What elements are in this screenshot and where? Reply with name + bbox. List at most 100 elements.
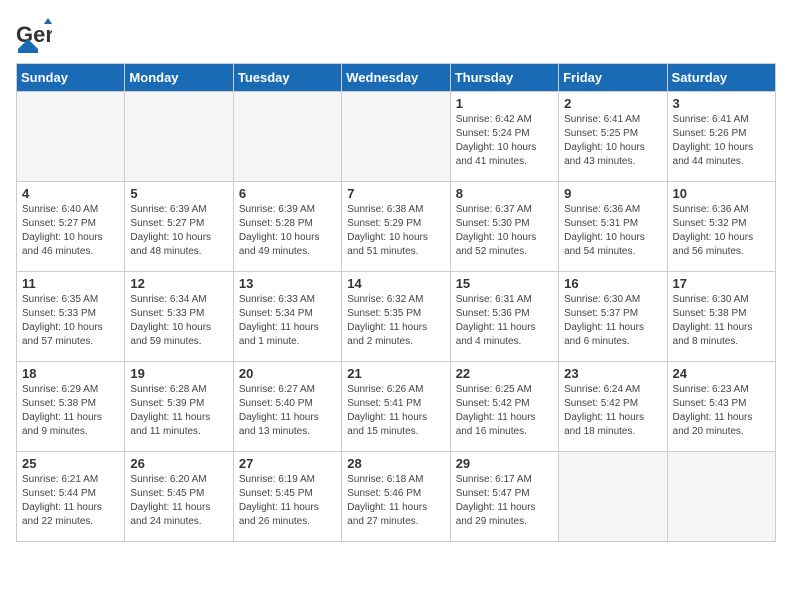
day-number: 13 xyxy=(239,276,336,291)
calendar-cell: 20 Sunrise: 6:27 AMSunset: 5:40 PMDayligh… xyxy=(233,362,341,452)
day-number: 5 xyxy=(130,186,227,201)
day-number: 22 xyxy=(456,366,553,381)
calendar-cell: 27 Sunrise: 6:19 AMSunset: 5:45 PMDayligh… xyxy=(233,452,341,542)
day-number: 17 xyxy=(673,276,770,291)
cell-info: Sunrise: 6:39 AMSunset: 5:28 PMDaylight:… xyxy=(239,203,336,259)
day-header-saturday: Saturday xyxy=(667,64,775,92)
day-number: 11 xyxy=(22,276,119,291)
day-number: 4 xyxy=(22,186,119,201)
cell-info: Sunrise: 6:23 AMSunset: 5:43 PMDaylight:… xyxy=(673,383,770,439)
calendar-week-2: 4 Sunrise: 6:40 AMSunset: 5:27 PMDaylight… xyxy=(17,182,776,272)
day-number: 16 xyxy=(564,276,661,291)
cell-info: Sunrise: 6:34 AMSunset: 5:33 PMDaylight:… xyxy=(130,293,227,349)
cell-info: Sunrise: 6:41 AMSunset: 5:25 PMDaylight:… xyxy=(564,113,661,169)
cell-info: Sunrise: 6:38 AMSunset: 5:29 PMDaylight:… xyxy=(347,203,444,259)
cell-info: Sunrise: 6:31 AMSunset: 5:36 PMDaylight:… xyxy=(456,293,553,349)
calendar-cell: 17 Sunrise: 6:30 AMSunset: 5:38 PMDayligh… xyxy=(667,272,775,362)
calendar-cell: 24 Sunrise: 6:23 AMSunset: 5:43 PMDayligh… xyxy=(667,362,775,452)
calendar-cell: 3 Sunrise: 6:41 AMSunset: 5:26 PMDaylight… xyxy=(667,92,775,182)
cell-info: Sunrise: 6:35 AMSunset: 5:33 PMDaylight:… xyxy=(22,293,119,349)
calendar-cell: 7 Sunrise: 6:38 AMSunset: 5:29 PMDaylight… xyxy=(342,182,450,272)
day-number: 27 xyxy=(239,456,336,471)
calendar-cell: 12 Sunrise: 6:34 AMSunset: 5:33 PMDayligh… xyxy=(125,272,233,362)
day-header-monday: Monday xyxy=(125,64,233,92)
day-number: 8 xyxy=(456,186,553,201)
calendar-cell: 21 Sunrise: 6:26 AMSunset: 5:41 PMDayligh… xyxy=(342,362,450,452)
calendar-cell: 8Sunrise: 6:37 AMSunset: 5:30 PMDaylight… xyxy=(450,182,558,272)
day-number: 21 xyxy=(347,366,444,381)
cell-info: Sunrise: 6:18 AMSunset: 5:46 PMDaylight:… xyxy=(347,473,444,529)
calendar-week-5: 25 Sunrise: 6:21 AMSunset: 5:44 PMDayligh… xyxy=(17,452,776,542)
calendar-cell: 10 Sunrise: 6:36 AMSunset: 5:32 PMDayligh… xyxy=(667,182,775,272)
calendar-cell: 9 Sunrise: 6:36 AMSunset: 5:31 PMDaylight… xyxy=(559,182,667,272)
day-number: 20 xyxy=(239,366,336,381)
calendar-cell xyxy=(559,452,667,542)
day-number: 2 xyxy=(564,96,661,111)
calendar-cell xyxy=(125,92,233,182)
day-number: 25 xyxy=(22,456,119,471)
day-number: 26 xyxy=(130,456,227,471)
calendar-cell: 15 Sunrise: 6:31 AMSunset: 5:36 PMDayligh… xyxy=(450,272,558,362)
cell-info: Sunrise: 6:40 AMSunset: 5:27 PMDaylight:… xyxy=(22,203,119,259)
logo-wave-icon xyxy=(18,37,38,53)
cell-info: Sunrise: 6:30 AMSunset: 5:37 PMDaylight:… xyxy=(564,293,661,349)
calendar-cell: 13Sunrise: 6:33 AMSunset: 5:34 PMDayligh… xyxy=(233,272,341,362)
calendar-cell: 22Sunrise: 6:25 AMSunset: 5:42 PMDayligh… xyxy=(450,362,558,452)
calendar-cell xyxy=(17,92,125,182)
day-number: 15 xyxy=(456,276,553,291)
day-number: 9 xyxy=(564,186,661,201)
cell-info: Sunrise: 6:41 AMSunset: 5:26 PMDaylight:… xyxy=(673,113,770,169)
day-header-tuesday: Tuesday xyxy=(233,64,341,92)
calendar-week-4: 18 Sunrise: 6:29 AMSunset: 5:38 PMDayligh… xyxy=(17,362,776,452)
cell-info: Sunrise: 6:39 AMSunset: 5:27 PMDaylight:… xyxy=(130,203,227,259)
day-number: 10 xyxy=(673,186,770,201)
calendar-cell: 1 Sunrise: 6:42 AMSunset: 5:24 PMDaylight… xyxy=(450,92,558,182)
cell-info: Sunrise: 6:19 AMSunset: 5:45 PMDaylight:… xyxy=(239,473,336,529)
cell-info: Sunrise: 6:27 AMSunset: 5:40 PMDaylight:… xyxy=(239,383,336,439)
cell-info: Sunrise: 6:36 AMSunset: 5:31 PMDaylight:… xyxy=(564,203,661,259)
calendar-cell: 6 Sunrise: 6:39 AMSunset: 5:28 PMDaylight… xyxy=(233,182,341,272)
day-number: 29 xyxy=(456,456,553,471)
cell-info: Sunrise: 6:29 AMSunset: 5:38 PMDaylight:… xyxy=(22,383,119,439)
calendar-cell xyxy=(342,92,450,182)
cell-info: Sunrise: 6:30 AMSunset: 5:38 PMDaylight:… xyxy=(673,293,770,349)
day-number: 28 xyxy=(347,456,444,471)
day-number: 19 xyxy=(130,366,227,381)
calendar-cell: 5 Sunrise: 6:39 AMSunset: 5:27 PMDaylight… xyxy=(125,182,233,272)
day-number: 1 xyxy=(456,96,553,111)
calendar-cell: 29 Sunrise: 6:17 AMSunset: 5:47 PMDayligh… xyxy=(450,452,558,542)
day-number: 3 xyxy=(673,96,770,111)
calendar-cell: 18 Sunrise: 6:29 AMSunset: 5:38 PMDayligh… xyxy=(17,362,125,452)
cell-info: Sunrise: 6:36 AMSunset: 5:32 PMDaylight:… xyxy=(673,203,770,259)
day-number: 23 xyxy=(564,366,661,381)
calendar-cell: 19Sunrise: 6:28 AMSunset: 5:39 PMDayligh… xyxy=(125,362,233,452)
day-header-wednesday: Wednesday xyxy=(342,64,450,92)
calendar-cell: 23Sunrise: 6:24 AMSunset: 5:42 PMDayligh… xyxy=(559,362,667,452)
day-header-thursday: Thursday xyxy=(450,64,558,92)
day-number: 6 xyxy=(239,186,336,201)
cell-info: Sunrise: 6:20 AMSunset: 5:45 PMDaylight:… xyxy=(130,473,227,529)
calendar-week-1: 1 Sunrise: 6:42 AMSunset: 5:24 PMDaylight… xyxy=(17,92,776,182)
calendar-cell: 2 Sunrise: 6:41 AMSunset: 5:25 PMDaylight… xyxy=(559,92,667,182)
cell-info: Sunrise: 6:17 AMSunset: 5:47 PMDaylight:… xyxy=(456,473,553,529)
calendar-cell: 28 Sunrise: 6:18 AMSunset: 5:46 PMDayligh… xyxy=(342,452,450,542)
day-header-sunday: Sunday xyxy=(17,64,125,92)
day-number: 12 xyxy=(130,276,227,291)
day-number: 14 xyxy=(347,276,444,291)
cell-info: Sunrise: 6:32 AMSunset: 5:35 PMDaylight:… xyxy=(347,293,444,349)
calendar-cell: 25 Sunrise: 6:21 AMSunset: 5:44 PMDayligh… xyxy=(17,452,125,542)
day-number: 24 xyxy=(673,366,770,381)
calendar-week-3: 11 Sunrise: 6:35 AMSunset: 5:33 PMDayligh… xyxy=(17,272,776,362)
day-number: 18 xyxy=(22,366,119,381)
cell-info: Sunrise: 6:26 AMSunset: 5:41 PMDaylight:… xyxy=(347,383,444,439)
cell-info: Sunrise: 6:21 AMSunset: 5:44 PMDaylight:… xyxy=(22,473,119,529)
day-header-friday: Friday xyxy=(559,64,667,92)
cell-info: Sunrise: 6:42 AMSunset: 5:24 PMDaylight:… xyxy=(456,113,553,169)
calendar-cell xyxy=(233,92,341,182)
calendar-cell: 16 Sunrise: 6:30 AMSunset: 5:37 PMDayligh… xyxy=(559,272,667,362)
calendar-cell xyxy=(667,452,775,542)
calendar-cell: 14 Sunrise: 6:32 AMSunset: 5:35 PMDayligh… xyxy=(342,272,450,362)
calendar-cell: 4 Sunrise: 6:40 AMSunset: 5:27 PMDaylight… xyxy=(17,182,125,272)
logo: General xyxy=(16,16,52,53)
day-number: 7 xyxy=(347,186,444,201)
